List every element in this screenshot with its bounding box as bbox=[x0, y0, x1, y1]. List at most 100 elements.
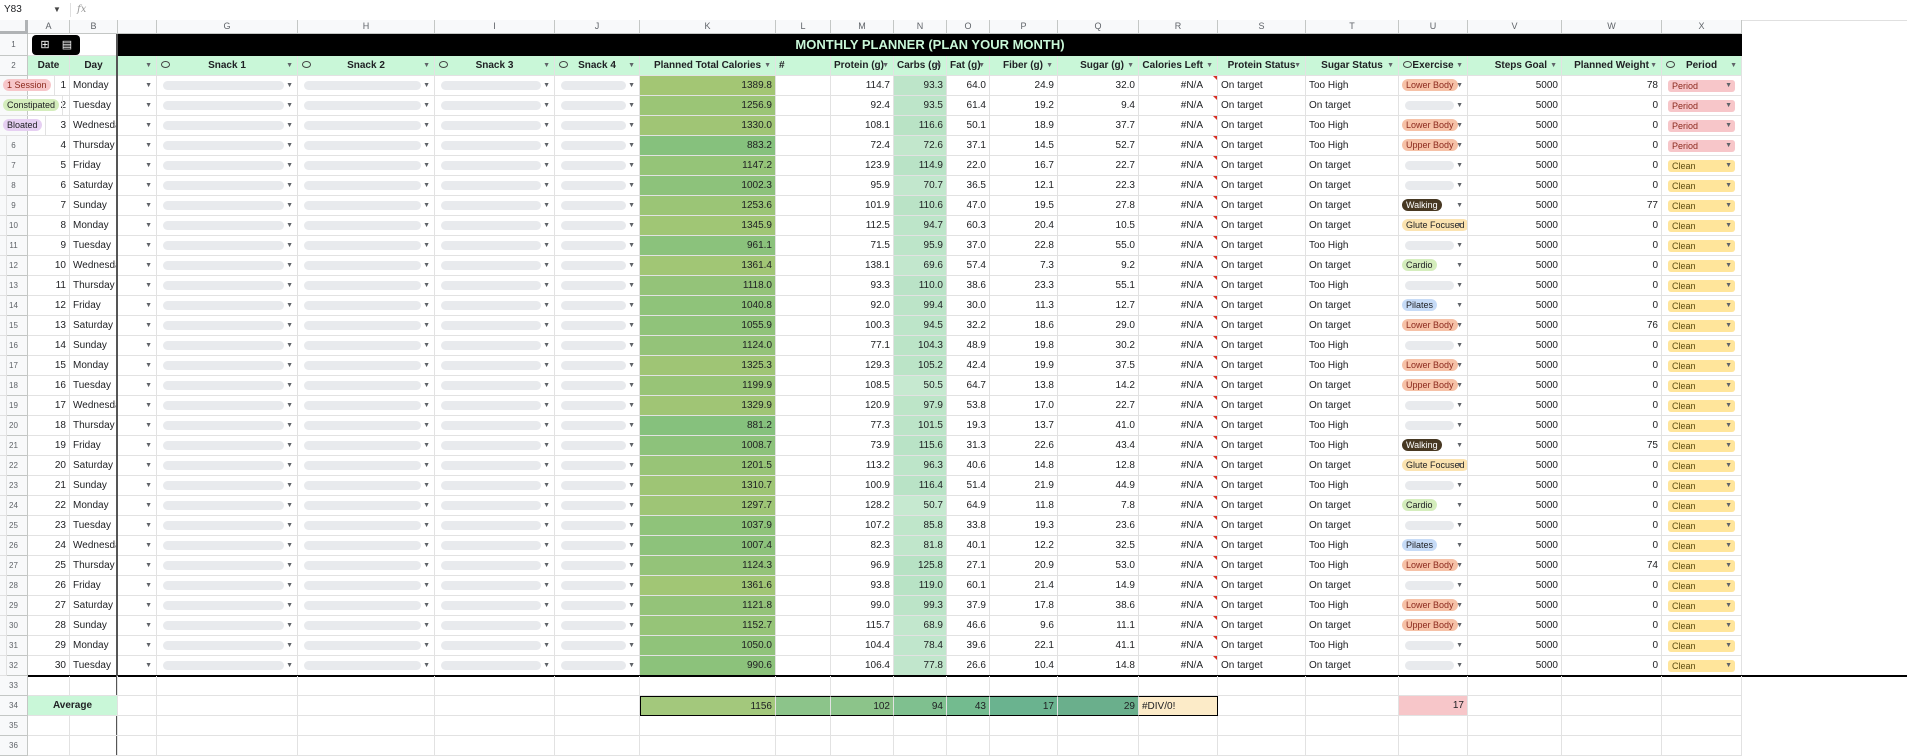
fiber-header[interactable]: Fiber (g) ▼ bbox=[990, 56, 1058, 76]
snack-select[interactable] bbox=[441, 401, 541, 410]
exercise-dropdown[interactable]: Lower Body ▼ bbox=[1399, 316, 1468, 336]
snack-select[interactable] bbox=[163, 81, 284, 90]
dropdown-arrow-icon[interactable]: ▼ bbox=[628, 356, 635, 375]
exercise-dropdown[interactable]: ▼ bbox=[1399, 276, 1468, 296]
dropdown-arrow-icon[interactable]: ▼ bbox=[423, 76, 430, 95]
dropdown-arrow-icon[interactable]: ▼ bbox=[1456, 196, 1463, 215]
dropdown-arrow-icon[interactable]: ▼ bbox=[286, 236, 293, 255]
dropdown-arrow-icon[interactable]: ▼ bbox=[286, 136, 293, 155]
empty-cell[interactable] bbox=[1306, 696, 1399, 716]
dropdown-arrow-icon[interactable]: ▼ bbox=[1725, 636, 1732, 655]
snack-select[interactable] bbox=[163, 421, 284, 430]
dropdown-arrow-icon[interactable]: ▼ bbox=[543, 436, 550, 455]
snack-dropdown[interactable]: ▼ bbox=[298, 236, 435, 256]
snack-select[interactable] bbox=[561, 221, 626, 230]
snack-select[interactable] bbox=[561, 661, 626, 670]
dropdown-arrow-icon[interactable]: ▼ bbox=[1725, 376, 1732, 395]
snack-dropdown[interactable]: ▼ bbox=[298, 176, 435, 196]
fat-header[interactable]: Fat (g) ▼ bbox=[947, 56, 990, 76]
snack-dropdown[interactable]: ▼ bbox=[435, 656, 555, 676]
snack-select[interactable] bbox=[561, 181, 626, 190]
snack-select[interactable] bbox=[163, 641, 284, 650]
snack-dropdown[interactable]: ▼ bbox=[298, 96, 435, 116]
dropdown-arrow-icon[interactable]: ▼ bbox=[145, 636, 152, 655]
period-dropdown[interactable]: Clean ▼ bbox=[1662, 496, 1742, 516]
snack-dropdown[interactable]: ▼ bbox=[157, 356, 298, 376]
snack-dropdown[interactable]: ▼ bbox=[435, 176, 555, 196]
empty-cell[interactable] bbox=[157, 736, 298, 756]
empty-cell[interactable] bbox=[1562, 696, 1662, 716]
digestion-dropdown[interactable] bbox=[0, 476, 7, 496]
filter-dropdown-icon[interactable]: ▼ bbox=[1294, 56, 1301, 75]
empty-cell[interactable] bbox=[947, 676, 990, 696]
snack-dropdown[interactable]: ▼ bbox=[435, 636, 555, 656]
snack-dropdown[interactable]: ▼ bbox=[157, 496, 298, 516]
dropdown-arrow-icon[interactable]: ▼ bbox=[423, 336, 430, 355]
dropdown-arrow-icon[interactable]: ▼ bbox=[286, 216, 293, 235]
empty-cell[interactable] bbox=[1662, 676, 1742, 696]
empty-cell[interactable] bbox=[1399, 736, 1468, 756]
exercise-dropdown[interactable]: ▼ bbox=[1399, 576, 1468, 596]
dropdown-arrow-icon[interactable]: ▼ bbox=[543, 296, 550, 315]
dropdown-arrow-icon[interactable]: ▼ bbox=[145, 476, 152, 495]
column-header[interactable]: U bbox=[1399, 20, 1468, 34]
exercise-select[interactable] bbox=[1405, 281, 1454, 290]
snack-dropdown[interactable]: ▼ bbox=[435, 196, 555, 216]
dropdown-arrow-icon[interactable]: ▼ bbox=[1456, 296, 1463, 315]
filter-dropdown-icon[interactable]: ▼ bbox=[935, 56, 942, 75]
snack-dropdown[interactable]: ▼ bbox=[435, 396, 555, 416]
filter-dropdown-icon[interactable]: ▼ bbox=[1046, 56, 1053, 75]
dropdown-arrow-icon[interactable]: ▼ bbox=[628, 336, 635, 355]
column-header[interactable]: A bbox=[28, 20, 70, 34]
dropdown-arrow-icon[interactable]: ▼ bbox=[423, 116, 430, 135]
digestion-dropdown[interactable] bbox=[0, 436, 7, 456]
dropdown-arrow-icon[interactable]: ▼ bbox=[628, 196, 635, 215]
dropdown-arrow-icon[interactable]: ▼ bbox=[286, 276, 293, 295]
period-dropdown[interactable]: Clean ▼ bbox=[1662, 376, 1742, 396]
snack-dropdown[interactable]: ▼ bbox=[555, 576, 640, 596]
snack-select[interactable] bbox=[304, 641, 421, 650]
empty-cell[interactable] bbox=[118, 716, 157, 736]
empty-cell[interactable] bbox=[28, 676, 70, 696]
snack-dropdown[interactable]: ▼ bbox=[435, 236, 555, 256]
empty-cell[interactable] bbox=[298, 736, 435, 756]
dropdown-arrow-icon[interactable]: ▼ bbox=[145, 76, 152, 95]
period-dropdown[interactable]: Clean ▼ bbox=[1662, 236, 1742, 256]
dropdown-arrow-icon[interactable]: ▼ bbox=[628, 236, 635, 255]
corner-select-all[interactable] bbox=[0, 20, 28, 34]
dropdown-arrow-icon[interactable]: ▼ bbox=[286, 456, 293, 475]
exercise-dropdown[interactable]: Glute Focused ▼ bbox=[1399, 216, 1468, 236]
snack-select[interactable] bbox=[441, 561, 541, 570]
snack-select[interactable] bbox=[304, 281, 421, 290]
exercise-dropdown[interactable]: ▼ bbox=[1399, 156, 1468, 176]
snack-dropdown[interactable]: ▼ bbox=[298, 456, 435, 476]
dropdown-arrow-icon[interactable]: ▼ bbox=[145, 236, 152, 255]
snack-select[interactable] bbox=[304, 561, 421, 570]
snack-dropdown[interactable]: ▼ bbox=[298, 76, 435, 96]
dropdown-arrow-icon[interactable]: ▼ bbox=[543, 656, 550, 675]
digestion-dropdown[interactable] bbox=[0, 656, 7, 676]
snack-dropdown[interactable]: ▼ bbox=[298, 556, 435, 576]
dropdown-arrow-icon[interactable]: ▼ bbox=[286, 556, 293, 575]
empty-cell[interactable] bbox=[990, 716, 1058, 736]
snack-select[interactable] bbox=[561, 241, 626, 250]
snack-select[interactable] bbox=[561, 481, 626, 490]
dropdown-arrow-icon[interactable]: ▼ bbox=[145, 316, 152, 335]
hash-header[interactable]: # bbox=[776, 56, 831, 76]
filter-dropdown-icon[interactable]: ▼ bbox=[764, 56, 771, 75]
snack-select[interactable] bbox=[441, 281, 541, 290]
digestion-dropdown[interactable] bbox=[0, 276, 7, 296]
period-dropdown[interactable]: Clean ▼ bbox=[1662, 516, 1742, 536]
filter-dropdown-icon[interactable]: ▼ bbox=[1730, 56, 1737, 75]
snack-select[interactable] bbox=[561, 521, 626, 530]
period-dropdown[interactable]: Clean ▼ bbox=[1662, 436, 1742, 456]
exercise-dropdown[interactable]: ▼ bbox=[1399, 336, 1468, 356]
exercise-dropdown[interactable]: Lower Body ▼ bbox=[1399, 116, 1468, 136]
empty-cell[interactable] bbox=[1562, 716, 1662, 736]
snack-select[interactable] bbox=[163, 201, 284, 210]
digestion-dropdown[interactable] bbox=[0, 456, 7, 476]
dropdown-arrow-icon[interactable]: ▼ bbox=[423, 276, 430, 295]
exercise-dropdown[interactable]: ▼ bbox=[1399, 176, 1468, 196]
snack-dropdown[interactable]: ▼ bbox=[298, 536, 435, 556]
dropdown-arrow-icon[interactable]: ▼ bbox=[628, 556, 635, 575]
